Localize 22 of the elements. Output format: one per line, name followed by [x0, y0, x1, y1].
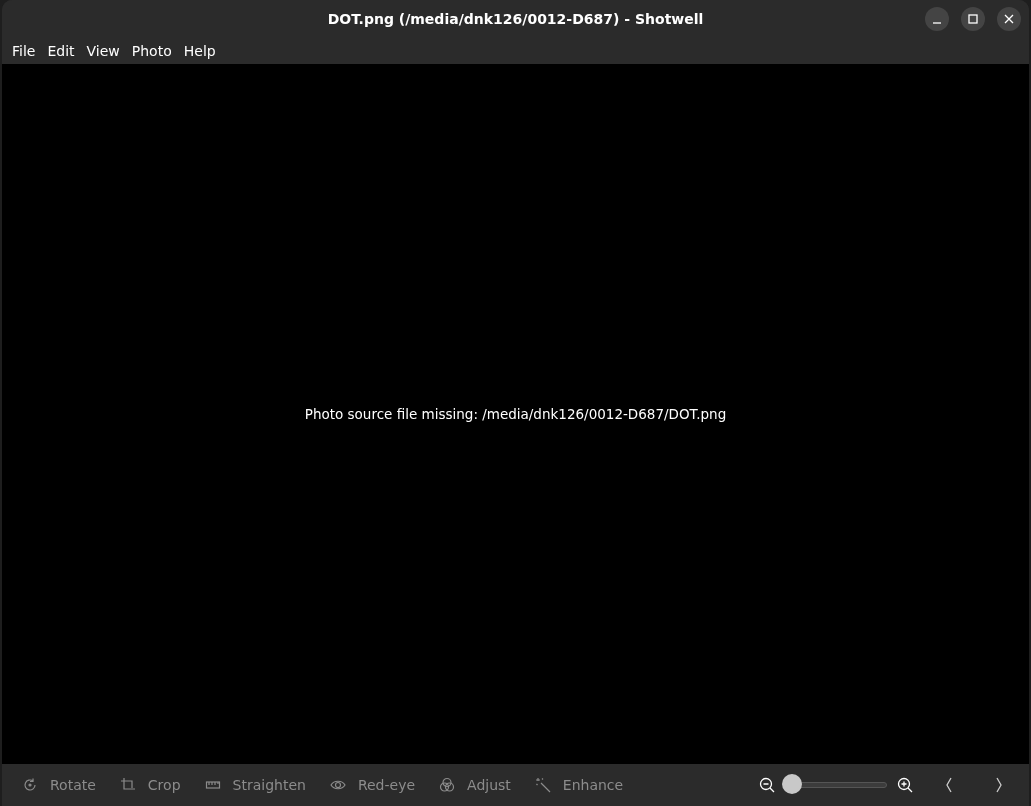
missing-file-message: Photo source file missing: /media/dnk126/0012-D687/DOT.png — [304, 406, 727, 422]
menu-item[interactable]: Edit — [41, 39, 81, 63]
chevron-left-icon — [945, 777, 953, 793]
zoom-out-icon[interactable] — [757, 775, 777, 795]
menu-item[interactable]: View — [80, 39, 126, 63]
crop-icon — [119, 777, 136, 793]
close-icon — [1004, 14, 1014, 24]
close-button[interactable] — [997, 7, 1021, 31]
zoom-in-icon[interactable] — [895, 775, 915, 795]
maximize-icon — [968, 14, 978, 24]
minimize-button[interactable] — [925, 7, 949, 31]
maximize-button[interactable] — [961, 7, 985, 31]
rotate-icon — [22, 777, 38, 793]
chevron-right-icon — [995, 777, 1003, 793]
menu-item[interactable]: File — [6, 39, 42, 63]
zoom-slider-thumb[interactable] — [782, 774, 802, 794]
magic-wand-icon — [534, 777, 551, 793]
color-circles-icon — [439, 777, 456, 793]
menu-item[interactable]: Photo — [125, 39, 178, 63]
minimize-icon — [933, 22, 941, 24]
menu-item[interactable]: Help — [177, 39, 222, 63]
window-title: DOT.png (/media/dnk126/0012-D687) - Shotwell — [327, 11, 704, 27]
